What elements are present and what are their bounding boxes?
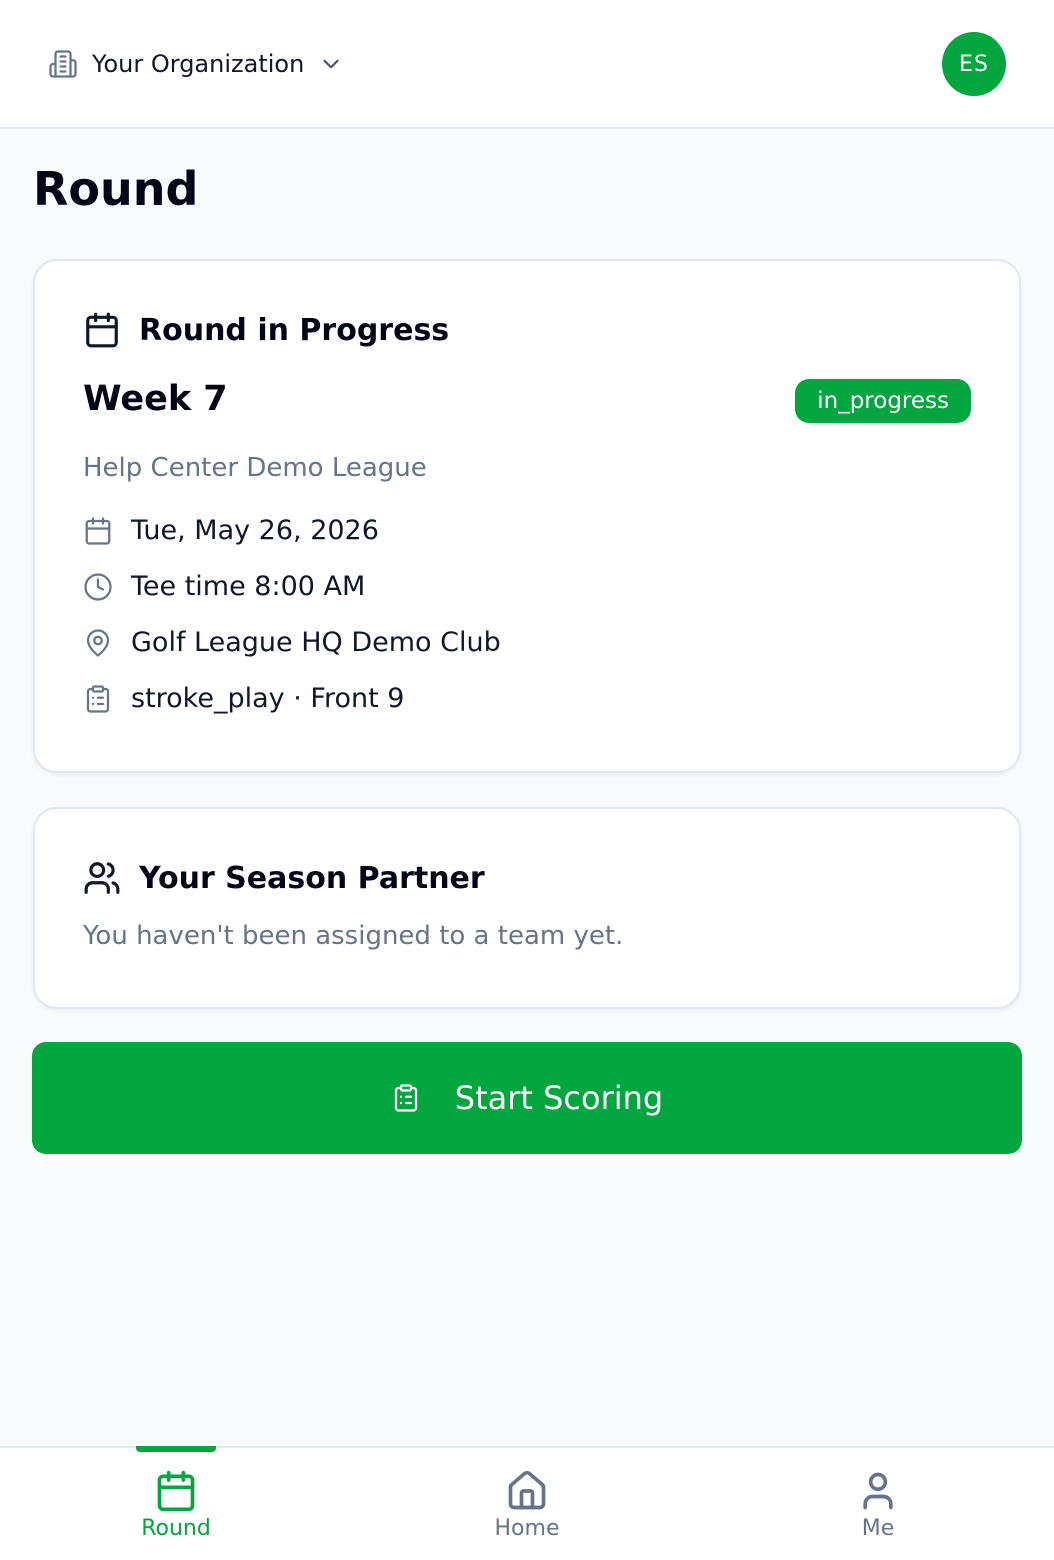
bottom-navigation: Round Home Me (0, 1446, 1054, 1560)
tee-time: Tee time 8:00 AM (131, 571, 366, 602)
clipboard-list-icon (83, 684, 113, 714)
chevron-down-icon (318, 51, 344, 77)
calendar-icon (83, 311, 121, 349)
tee-time-row: Tee time 8:00 AM (83, 571, 365, 602)
nav-item-me[interactable]: Me (778, 1448, 978, 1560)
user-icon (856, 1468, 900, 1514)
format-row: stroke_play · Front 9 (83, 683, 404, 714)
nav-item-home[interactable]: Home (427, 1448, 627, 1560)
home-icon (505, 1468, 549, 1514)
nav-label-round: Round (141, 1516, 211, 1541)
active-tab-indicator (136, 1446, 216, 1452)
round-week-title: Week 7 (83, 379, 228, 419)
calendar-icon (154, 1468, 198, 1514)
league-name: Help Center Demo League (83, 453, 427, 483)
course-row: Golf League HQ Demo Club (83, 627, 501, 658)
status-badge: in_progress (795, 379, 971, 423)
user-avatar[interactable]: ES (942, 32, 1006, 96)
calendar-icon (83, 516, 113, 546)
course-name: Golf League HQ Demo Club (131, 627, 501, 658)
organization-switcher[interactable]: Your Organization (48, 44, 344, 84)
start-scoring-button[interactable]: Start Scoring (32, 1042, 1022, 1154)
users-icon (83, 859, 121, 897)
start-scoring-label: Start Scoring (454, 1079, 664, 1117)
partner-message: You haven't been assigned to a team yet. (83, 921, 624, 951)
round-card-title: Round in Progress (139, 312, 450, 348)
building-icon (48, 49, 78, 79)
nav-item-round[interactable]: Round (76, 1446, 276, 1560)
round-in-progress-card: Round in Progress Week 7 in_progress Hel… (33, 259, 1021, 773)
nav-label-me: Me (861, 1516, 895, 1541)
round-card-header: Round in Progress (83, 311, 449, 349)
round-format: stroke_play · Front 9 (131, 683, 405, 714)
clipboard-list-icon (391, 1083, 421, 1113)
partner-card-header: Your Season Partner (83, 859, 485, 897)
round-date: Tue, May 26, 2026 (131, 515, 379, 546)
nav-label-home: Home (494, 1516, 560, 1541)
clock-icon (83, 572, 113, 602)
partner-card-title: Your Season Partner (139, 860, 485, 896)
page-title: Round (33, 162, 199, 216)
top-bar: Your Organization ES (0, 0, 1054, 129)
season-partner-card: Your Season Partner You haven't been ass… (33, 807, 1021, 1009)
organization-name: Your Organization (92, 50, 305, 78)
round-date-row: Tue, May 26, 2026 (83, 515, 379, 546)
map-pin-icon (83, 628, 113, 658)
